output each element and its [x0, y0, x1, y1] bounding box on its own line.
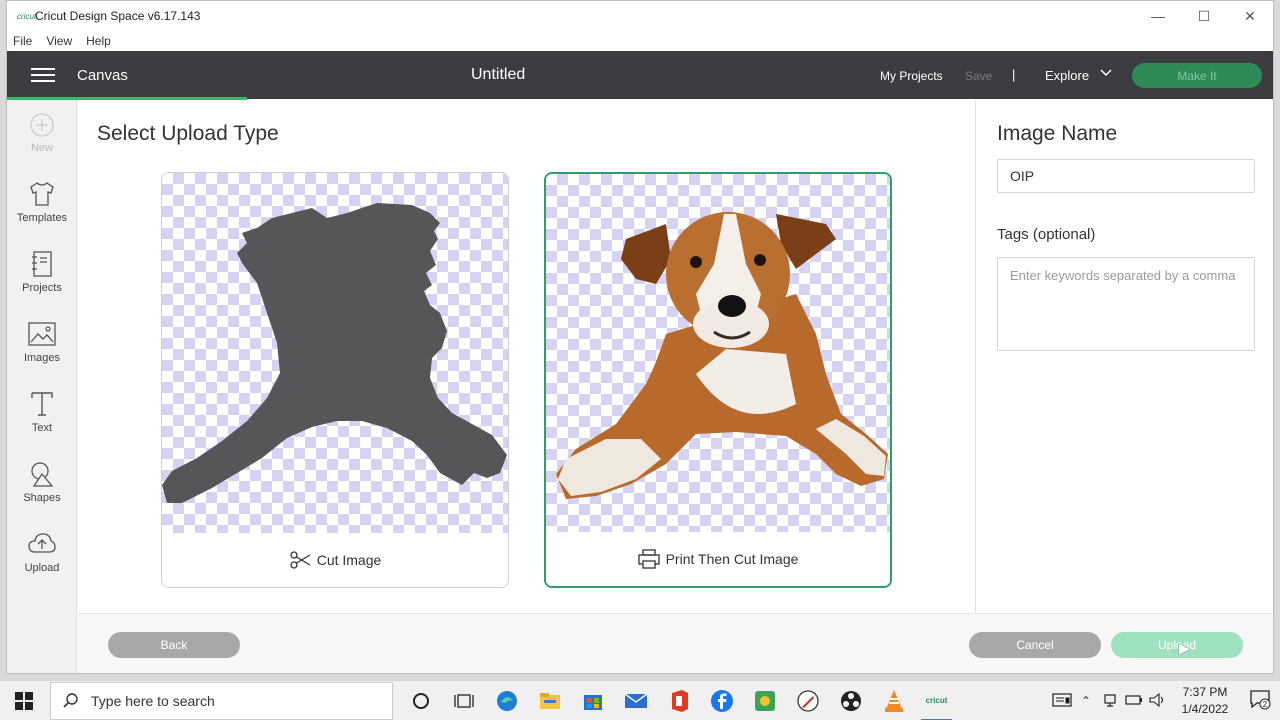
cut-image-footer: Cut Image: [162, 533, 508, 587]
dog-silhouette: [162, 203, 507, 503]
minimize-icon[interactable]: —: [1135, 1, 1181, 31]
windows-start-icon[interactable]: [0, 681, 48, 720]
notification-center-icon[interactable]: 2: [1240, 688, 1280, 715]
microsoft-store-icon[interactable]: [571, 681, 614, 720]
network-icon[interactable]: [1098, 693, 1122, 710]
scissors-icon: [290, 551, 311, 569]
chevron-down-icon[interactable]: [1100, 66, 1112, 81]
sidebar-item-upload[interactable]: Upload: [7, 530, 77, 574]
office-icon[interactable]: [657, 681, 700, 720]
sidebar-item-templates[interactable]: Templates: [7, 180, 77, 224]
header-separator: |: [1012, 67, 1016, 82]
windows-taskbar: Type here to search cricut ⌃ 7:37 PM 1/4…: [0, 680, 1280, 720]
tags-label: Tags (optional): [997, 226, 1096, 243]
document-title: Untitled: [471, 66, 526, 83]
footer-actions: Back Cancel Upload: [78, 613, 1273, 673]
plus-circle-icon: [30, 113, 54, 137]
back-button[interactable]: Back: [108, 632, 240, 658]
save-link[interactable]: Save: [965, 69, 992, 83]
notebook-icon: [32, 251, 52, 277]
make-it-button[interactable]: Make It: [1132, 63, 1262, 88]
app-header: Canvas Untitled My Projects Save | Explo…: [7, 51, 1273, 99]
sidebar-label-text: Text: [31, 422, 53, 434]
transparent-background: [162, 173, 508, 535]
sidebar-label-shapes: Shapes: [23, 492, 61, 504]
menu-help[interactable]: Help: [86, 34, 111, 48]
clock-time: 7:37 PM: [1182, 685, 1228, 699]
taskbar-clock[interactable]: 7:37 PM 1/4/2022: [1170, 684, 1240, 718]
shapes-icon: [31, 462, 54, 487]
sidebar-item-images[interactable]: Images: [7, 320, 77, 364]
clock-date: 1/4/2022: [1181, 702, 1229, 716]
system-tray: ⌃ 7:37 PM 1/4/2022 2: [1050, 681, 1280, 720]
close-icon[interactable]: ✕: [1227, 1, 1273, 31]
notification-count: 2: [1263, 700, 1268, 709]
file-explorer-icon[interactable]: [528, 681, 571, 720]
cricut-taskbar-icon[interactable]: cricut: [915, 681, 958, 720]
search-placeholder: Type here to search: [91, 692, 215, 709]
chrome-remote-icon[interactable]: [743, 681, 786, 720]
obs-icon[interactable]: [829, 681, 872, 720]
title-bar: cricut Cricut Design Space v6.17.143 — ☐…: [7, 1, 1273, 31]
menu-view[interactable]: View: [46, 34, 72, 48]
page-title: Select Upload Type: [97, 122, 279, 145]
menu-file[interactable]: File: [13, 34, 32, 48]
cortana-icon[interactable]: [399, 681, 442, 720]
section-label: Canvas: [77, 67, 128, 84]
printer-icon: [637, 549, 660, 569]
image-name-input[interactable]: [997, 159, 1255, 193]
tags-input[interactable]: [997, 257, 1255, 351]
text-icon: [31, 392, 53, 416]
explore-menu[interactable]: Explore: [1045, 68, 1089, 83]
sidebar: New Templates Projects Images Text Shape…: [7, 100, 77, 673]
tshirt-icon: [30, 182, 54, 206]
inkscape-icon[interactable]: [786, 681, 829, 720]
transparent-background: [546, 174, 890, 536]
print-then-cut-footer: Print Then Cut Image: [546, 532, 890, 586]
cloud-upload-icon: [28, 533, 56, 553]
cancel-button[interactable]: Cancel: [969, 632, 1101, 658]
my-projects-link[interactable]: My Projects: [880, 69, 943, 83]
cut-image-label: Cut Image: [316, 552, 382, 568]
print-then-cut-card[interactable]: Print Then Cut Image: [544, 172, 892, 588]
image-details-panel: Image Name Tags (optional): [975, 100, 1273, 613]
sidebar-item-new[interactable]: New: [7, 112, 77, 154]
image-icon: [28, 322, 56, 346]
search-icon: [63, 692, 78, 708]
taskbar-search-input[interactable]: Type here to search: [50, 681, 393, 720]
sidebar-label-projects: Projects: [22, 282, 62, 294]
sidebar-item-shapes[interactable]: Shapes: [7, 460, 77, 504]
image-name-heading: Image Name: [997, 122, 1118, 145]
window-title: Cricut Design Space v6.17.143: [35, 9, 201, 23]
cricut-taskbar-label: cricut: [925, 696, 948, 705]
sidebar-label-templates: Templates: [16, 212, 68, 224]
app-window: cricut Cricut Design Space v6.17.143 — ☐…: [6, 0, 1274, 674]
volume-icon[interactable]: [1146, 692, 1170, 710]
cut-image-card[interactable]: Cut Image: [161, 172, 509, 588]
sidebar-label-new: New: [30, 142, 53, 154]
dog-photo: [556, 212, 888, 499]
sidebar-item-text[interactable]: Text: [7, 390, 77, 434]
maximize-icon[interactable]: ☐: [1181, 1, 1227, 31]
task-view-icon[interactable]: [442, 681, 485, 720]
sidebar-label-upload: Upload: [24, 562, 60, 574]
hamburger-menu-icon[interactable]: [31, 68, 55, 82]
vlc-icon[interactable]: [872, 681, 915, 720]
cricut-logo-icon: cricut: [17, 11, 37, 21]
upload-button[interactable]: Upload: [1111, 632, 1243, 658]
print-then-cut-label: Print Then Cut Image: [665, 551, 799, 567]
facebook-icon[interactable]: [700, 681, 743, 720]
menu-bar: File View Help: [7, 31, 1273, 51]
mail-icon[interactable]: [614, 681, 657, 720]
battery-icon[interactable]: [1122, 694, 1146, 709]
mouse-cursor-icon: ▶: [1179, 640, 1190, 656]
edge-browser-icon[interactable]: [485, 681, 528, 720]
chevron-up-icon[interactable]: ⌃: [1074, 694, 1098, 708]
sidebar-item-projects[interactable]: Projects: [7, 250, 77, 294]
news-icon[interactable]: [1050, 692, 1074, 711]
upload-type-panel: Select Upload Type Cut Image Print Then …: [78, 100, 974, 613]
sidebar-label-images: Images: [23, 352, 61, 364]
